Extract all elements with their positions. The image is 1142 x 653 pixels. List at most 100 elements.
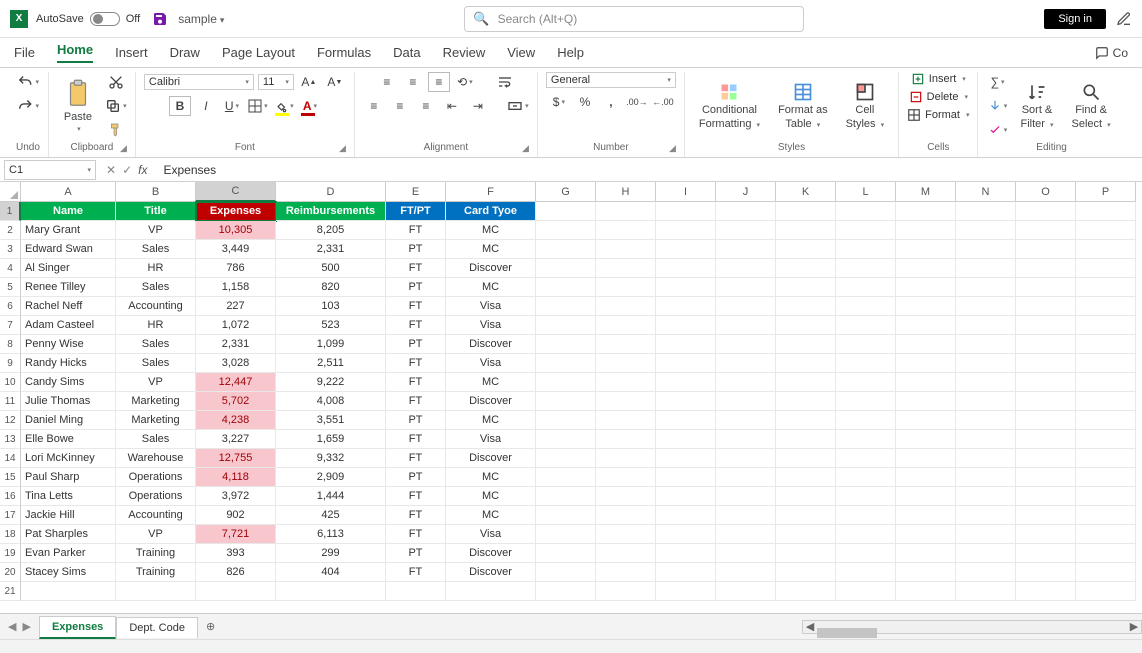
empty-cell[interactable]	[1076, 392, 1136, 411]
empty-cell[interactable]	[596, 506, 656, 525]
empty-cell[interactable]	[716, 297, 776, 316]
column-header-P[interactable]: P	[1076, 182, 1136, 202]
data-cell[interactable]: 902	[196, 506, 276, 525]
column-header-I[interactable]: I	[656, 182, 716, 202]
data-cell[interactable]: Sales	[116, 430, 196, 449]
empty-cell[interactable]	[716, 373, 776, 392]
empty-cell[interactable]	[776, 240, 836, 259]
empty-cell[interactable]	[956, 449, 1016, 468]
empty-cell[interactable]	[536, 430, 596, 449]
empty-cell[interactable]	[536, 202, 596, 221]
fx-icon[interactable]: fx	[138, 163, 147, 177]
empty-cell[interactable]	[596, 202, 656, 221]
font-name-select[interactable]: Calibri▾	[144, 74, 254, 90]
empty-cell[interactable]	[656, 221, 716, 240]
data-cell[interactable]: FT	[386, 563, 446, 582]
autosave-toggle[interactable]: AutoSave Off	[36, 12, 140, 26]
empty-cell[interactable]	[956, 278, 1016, 297]
data-cell[interactable]: Discover	[446, 335, 536, 354]
sign-in-button[interactable]: Sign in	[1044, 9, 1106, 29]
empty-cell[interactable]	[716, 582, 776, 601]
fill-color-button[interactable]: ▾	[273, 96, 295, 116]
fill-icon[interactable]: ▾	[986, 96, 1008, 116]
empty-cell[interactable]	[776, 582, 836, 601]
data-cell[interactable]: Paul Sharp	[21, 468, 116, 487]
align-middle-icon[interactable]: ≡	[402, 72, 424, 92]
empty-cell[interactable]	[836, 373, 896, 392]
data-cell[interactable]: Discover	[446, 259, 536, 278]
empty-cell[interactable]	[116, 582, 196, 601]
data-cell[interactable]: MC	[446, 487, 536, 506]
empty-cell[interactable]	[596, 354, 656, 373]
document-name[interactable]: sample▾	[178, 12, 224, 26]
empty-cell[interactable]	[596, 525, 656, 544]
empty-cell[interactable]	[536, 259, 596, 278]
data-cell[interactable]: Adam Casteel	[21, 316, 116, 335]
empty-cell[interactable]	[956, 430, 1016, 449]
empty-cell[interactable]	[716, 335, 776, 354]
tab-help[interactable]: Help	[557, 45, 584, 60]
data-cell[interactable]: 3,449	[196, 240, 276, 259]
empty-cell[interactable]	[536, 240, 596, 259]
empty-cell[interactable]	[836, 544, 896, 563]
empty-cell[interactable]	[1076, 506, 1136, 525]
data-cell[interactable]: 8,205	[276, 221, 386, 240]
empty-cell[interactable]	[716, 506, 776, 525]
data-cell[interactable]: Renee Tilley	[21, 278, 116, 297]
empty-cell[interactable]	[1076, 259, 1136, 278]
empty-cell[interactable]	[1076, 582, 1136, 601]
empty-cell[interactable]	[656, 240, 716, 259]
column-header-M[interactable]: M	[896, 182, 956, 202]
empty-cell[interactable]	[596, 240, 656, 259]
dialog-launcher-icon[interactable]: ◢	[120, 143, 127, 154]
data-cell[interactable]: 1,072	[196, 316, 276, 335]
empty-cell[interactable]	[896, 392, 956, 411]
data-cell[interactable]: Elle Bowe	[21, 430, 116, 449]
empty-cell[interactable]	[716, 411, 776, 430]
empty-cell[interactable]	[836, 449, 896, 468]
empty-cell[interactable]	[836, 525, 896, 544]
data-cell[interactable]: Visa	[446, 297, 536, 316]
tab-home[interactable]: Home	[57, 42, 93, 63]
cell-styles-button[interactable]: CellStyles ▾	[840, 78, 891, 134]
data-cell[interactable]: Jackie Hill	[21, 506, 116, 525]
data-cell[interactable]: 5,702	[196, 392, 276, 411]
empty-cell[interactable]	[776, 316, 836, 335]
data-cell[interactable]: Edward Swan	[21, 240, 116, 259]
empty-cell[interactable]	[956, 411, 1016, 430]
comments-button[interactable]: Co	[1095, 46, 1128, 60]
empty-cell[interactable]	[776, 354, 836, 373]
empty-cell[interactable]	[536, 468, 596, 487]
row-header[interactable]: 8	[0, 335, 21, 354]
data-cell[interactable]: 523	[276, 316, 386, 335]
empty-cell[interactable]	[956, 240, 1016, 259]
wrap-text-icon[interactable]	[494, 72, 516, 92]
empty-cell[interactable]	[836, 506, 896, 525]
empty-cell[interactable]	[536, 335, 596, 354]
row-header[interactable]: 6	[0, 297, 21, 316]
data-cell[interactable]: 3,551	[276, 411, 386, 430]
data-cell[interactable]: 12,755	[196, 449, 276, 468]
data-cell[interactable]: Discover	[446, 544, 536, 563]
empty-cell[interactable]	[1076, 487, 1136, 506]
empty-cell[interactable]	[776, 449, 836, 468]
empty-cell[interactable]	[1016, 487, 1076, 506]
column-header-E[interactable]: E	[386, 182, 446, 202]
data-cell[interactable]: 6,113	[276, 525, 386, 544]
empty-cell[interactable]	[656, 259, 716, 278]
row-header[interactable]: 3	[0, 240, 21, 259]
empty-cell[interactable]	[596, 316, 656, 335]
empty-cell[interactable]	[716, 563, 776, 582]
data-cell[interactable]: 227	[196, 297, 276, 316]
empty-cell[interactable]	[1016, 468, 1076, 487]
empty-cell[interactable]	[836, 563, 896, 582]
empty-cell[interactable]	[536, 221, 596, 240]
empty-cell[interactable]	[656, 373, 716, 392]
dialog-launcher-icon[interactable]: ◢	[339, 143, 346, 154]
row-header[interactable]: 11	[0, 392, 21, 411]
dialog-launcher-icon[interactable]: ◢	[522, 143, 529, 154]
find-select-button[interactable]: Find &Select ▾	[1066, 78, 1117, 134]
row-header[interactable]: 18	[0, 525, 21, 544]
empty-cell[interactable]	[776, 506, 836, 525]
search-input[interactable]: 🔍 Search (Alt+Q)	[464, 6, 804, 32]
